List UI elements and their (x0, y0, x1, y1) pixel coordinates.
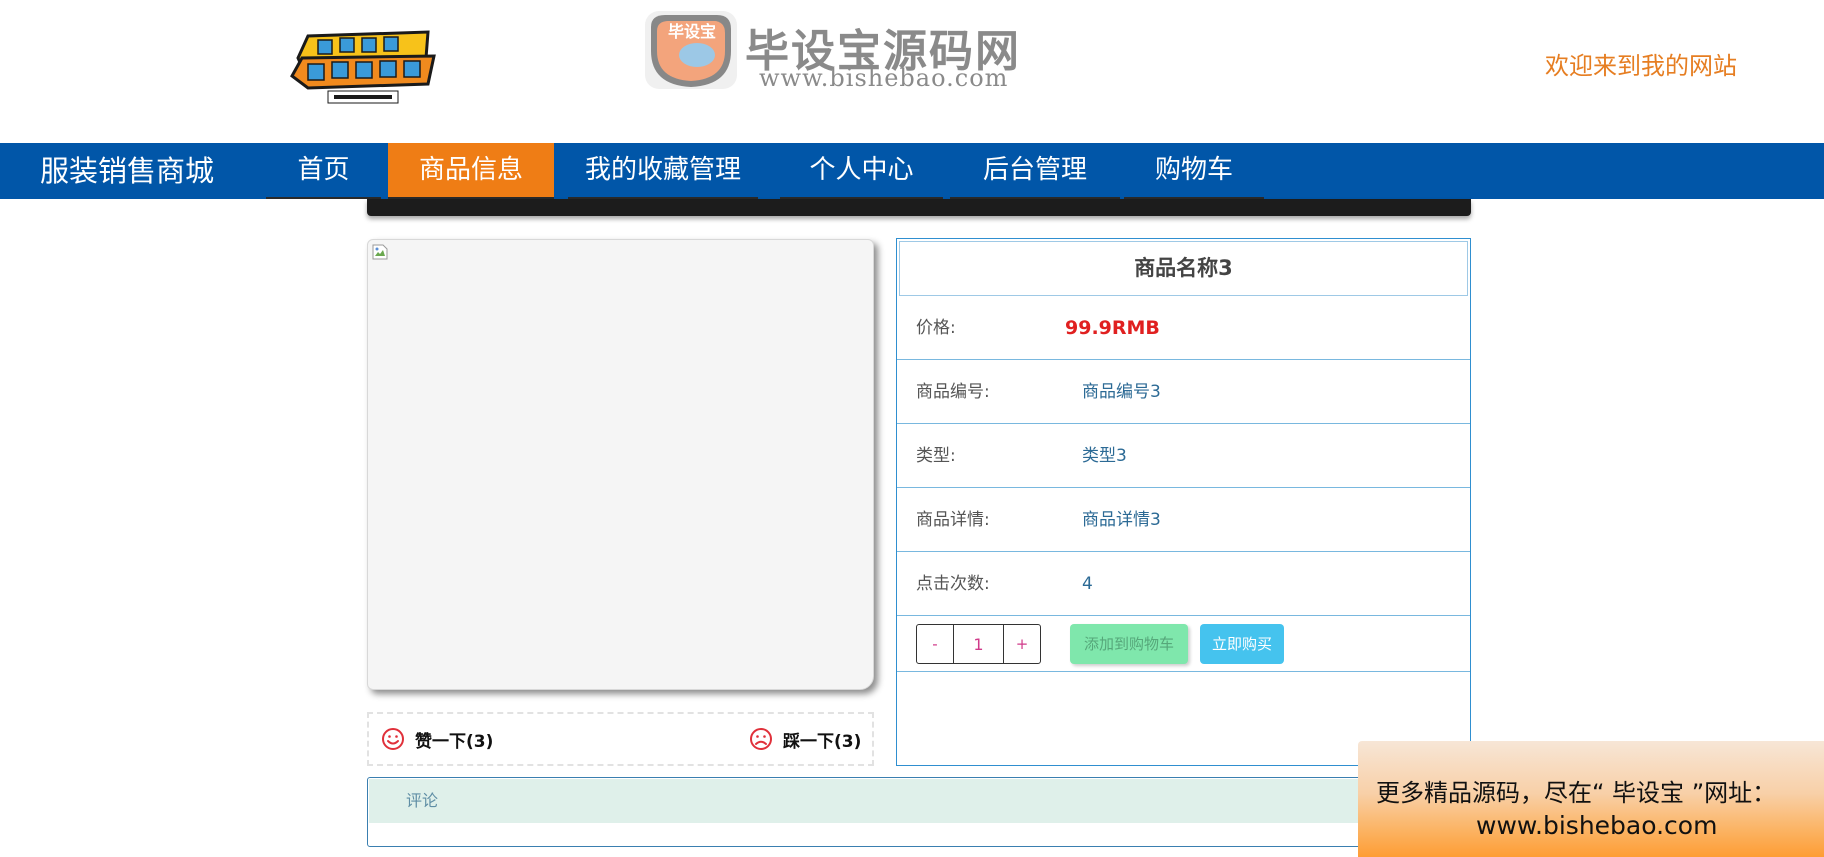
comments-section: 评论 (367, 777, 1471, 847)
like-button[interactable]: 赞一下(3) (381, 726, 493, 752)
brand-banner[interactable]: 毕设宝 毕设宝源码网 www.bishebao.com (641, 5, 1021, 97)
detail-row-code: 商品编号: 商品编号3 (897, 360, 1470, 424)
smile-icon (382, 728, 404, 750)
quantity-minus-button[interactable]: - (917, 625, 953, 663)
welcome-text: 欢迎来到我的网站 (1545, 52, 1737, 80)
type-value: 类型3 (1082, 446, 1127, 466)
main-nav: 服装销售商城 首页 商品信息 我的收藏管理 个人中心 后台管理 购物车 (0, 143, 1824, 199)
nav-item-favorites[interactable]: 我的收藏管理 (568, 143, 758, 199)
quantity-input[interactable] (953, 625, 1004, 663)
broken-image-icon (372, 244, 388, 260)
nav-item-profile[interactable]: 个人中心 (780, 143, 943, 199)
clicks-label: 点击次数: (916, 574, 990, 594)
site-logo[interactable] (288, 28, 438, 106)
product-image (367, 239, 874, 690)
quantity-plus-button[interactable]: + (1004, 625, 1040, 663)
frown-icon (750, 728, 772, 750)
description-value: 商品详情3 (1082, 510, 1161, 530)
promo-url: www.bishebao.com (1476, 811, 1718, 840)
nav-item-cart[interactable]: 购物车 (1124, 143, 1264, 199)
comments-header: 评论 (369, 779, 1469, 823)
add-to-cart-button[interactable]: 添加到购物车 (1070, 624, 1188, 664)
nav-item-admin[interactable]: 后台管理 (950, 143, 1120, 199)
detail-row-type: 类型: 类型3 (897, 424, 1470, 488)
buy-now-button[interactable]: 立即购买 (1200, 624, 1284, 664)
nav-item-home[interactable]: 首页 (266, 143, 381, 199)
site-header: 毕设宝 毕设宝源码网 www.bishebao.com 欢迎来到我的网站 (0, 0, 1824, 143)
digimon-logo-icon (290, 30, 436, 104)
code-label: 商品编号: (916, 382, 990, 402)
detail-row-description: 商品详情: 商品详情3 (897, 488, 1470, 552)
quantity-stepper: - + (916, 624, 1041, 664)
purchase-actions: - + 添加到购物车 立即购买 (897, 616, 1470, 672)
product-title: 商品名称3 (899, 241, 1468, 296)
dislike-button[interactable]: 踩一下(3) (749, 726, 861, 752)
vote-box: 赞一下(3) 踩一下(3) (367, 712, 874, 766)
clicks-value: 4 (1082, 574, 1093, 594)
nav-brand[interactable]: 服装销售商城 (40, 143, 214, 199)
brand-badge-icon: 毕设宝 (641, 7, 741, 93)
product-detail-panel: 商品名称3 价格: 99.9RMB 商品编号: 商品编号3 类型: 类型3 商品… (896, 238, 1471, 766)
comments-label: 评论 (406, 791, 439, 810)
promo-text: 更多精品源码，尽在“ 毕设宝 ”网址： (1376, 779, 1777, 807)
svg-text:毕设宝: 毕设宝 (668, 22, 716, 41)
brand-url: www.bishebao.com (759, 64, 1009, 92)
code-value: 商品编号3 (1082, 382, 1161, 402)
nav-item-products[interactable]: 商品信息 (388, 143, 554, 199)
promo-banner[interactable]: 更多精品源码，尽在“ 毕设宝 ”网址： www.bishebao.com (1358, 741, 1824, 857)
type-label: 类型: (916, 446, 956, 466)
description-label: 商品详情: (916, 510, 990, 530)
detail-row-price: 价格: 99.9RMB (897, 296, 1470, 360)
price-label: 价格: (916, 318, 956, 338)
like-label: 赞一下(3) (415, 731, 494, 752)
nav-underline-bar (367, 199, 1471, 216)
detail-row-clicks: 点击次数: 4 (897, 552, 1470, 616)
dislike-label: 踩一下(3) (783, 731, 862, 752)
price-value: 99.9RMB (1065, 317, 1160, 339)
